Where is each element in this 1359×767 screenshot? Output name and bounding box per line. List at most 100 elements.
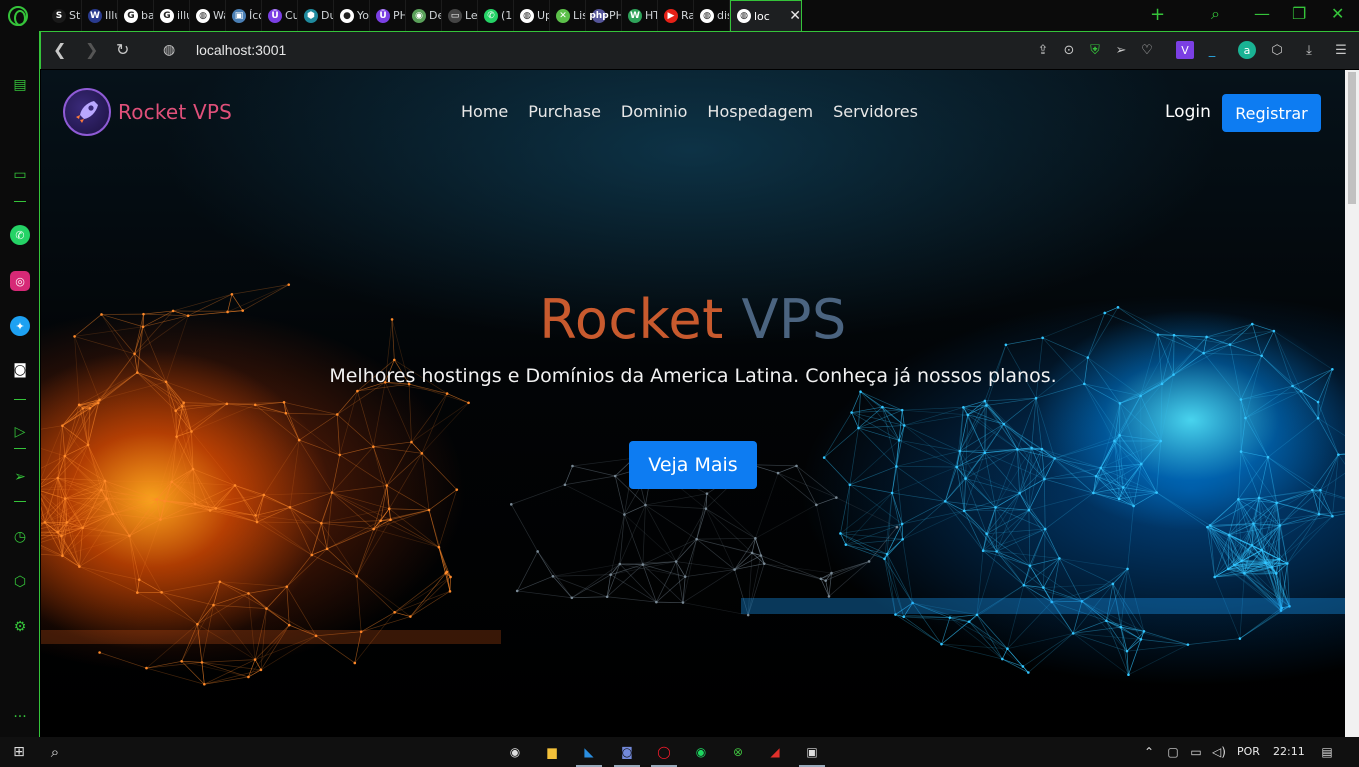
browser-tab[interactable]: ÜPHI xyxy=(370,0,406,31)
nav-dominio[interactable]: Dominio xyxy=(621,102,688,121)
browser-tab[interactable]: ▭Leg xyxy=(442,0,478,31)
network-line xyxy=(1120,626,1188,645)
heart-icon[interactable]: ♡ xyxy=(1138,41,1156,59)
history-icon[interactable]: ◷ xyxy=(10,527,30,547)
search-icon[interactable]: ⌕ xyxy=(46,743,64,761)
brand[interactable]: Rocket VPS xyxy=(63,88,232,136)
steam-icon[interactable]: ◉ xyxy=(506,743,524,761)
network-line xyxy=(390,519,440,548)
discord-icon[interactable]: ◙ xyxy=(10,360,30,380)
more-icon[interactable]: ··· xyxy=(10,707,30,727)
extension-a-icon[interactable]: a xyxy=(1238,41,1256,59)
register-button[interactable]: Registrar xyxy=(1222,94,1321,132)
xbox-icon[interactable]: ⊗ xyxy=(729,743,747,761)
reload-button[interactable]: ↻ xyxy=(116,40,129,59)
browser-tab[interactable]: WHTN xyxy=(622,0,658,31)
easy-setup-icon[interactable]: ☰ xyxy=(1332,41,1350,59)
network-line xyxy=(1140,463,1157,493)
back-button[interactable]: ❮ xyxy=(53,40,66,59)
network-line xyxy=(171,468,194,483)
meet-now-icon[interactable]: ▢ xyxy=(1164,743,1182,761)
network-node xyxy=(288,506,292,509)
login-link[interactable]: Login xyxy=(1165,102,1211,122)
browser-tab[interactable]: Gbac xyxy=(118,0,154,31)
network-line xyxy=(356,520,381,577)
windows-start-icon[interactable]: ⊞ xyxy=(10,743,28,761)
forward-button[interactable]: ❯ xyxy=(85,40,98,59)
settings-gear-icon[interactable]: ⚙ xyxy=(10,617,30,637)
whatsapp-icon[interactable]: ✆ xyxy=(10,225,30,245)
tab-favicon-icon: ◍ xyxy=(700,8,714,23)
network-node xyxy=(623,513,626,516)
notifications-icon[interactable]: ▤ xyxy=(1318,743,1336,761)
extension-dash-icon[interactable]: _ xyxy=(1203,41,1221,59)
share-icon[interactable]: ⇪ xyxy=(1034,41,1052,59)
cube-sidebar-icon[interactable]: ⬡ xyxy=(10,572,30,592)
twitter-icon[interactable]: ✦ xyxy=(10,316,30,336)
browser-tab[interactable]: ÜCur xyxy=(262,0,298,31)
browser-tab[interactable]: ▶Rap xyxy=(658,0,694,31)
active-tab[interactable]: ◍ loc ✕ xyxy=(730,0,802,31)
site-info-icon[interactable]: ◍ xyxy=(163,42,175,58)
player-icon[interactable]: ▷ xyxy=(10,422,30,442)
file-explorer-icon[interactable]: ▆ xyxy=(543,743,561,761)
browser-tab[interactable]: ▣Ícor xyxy=(226,0,262,31)
volume-icon[interactable]: ◁) xyxy=(1210,743,1228,761)
network-line xyxy=(1140,395,1162,442)
cube-icon[interactable]: ⬡ xyxy=(1268,41,1286,59)
adblock-shield-icon[interactable]: ⛨ xyxy=(1086,41,1104,59)
language-indicator[interactable]: POR xyxy=(1237,745,1260,758)
spotify-icon[interactable]: ◉ xyxy=(692,743,710,761)
network-line xyxy=(1140,639,1188,645)
veja-mais-button[interactable]: Veja Mais xyxy=(629,441,757,489)
shopping-bag-icon[interactable]: ▤ xyxy=(10,75,30,95)
camera-icon[interactable]: ⊙ xyxy=(1060,41,1078,59)
new-tab-button[interactable]: + xyxy=(1150,4,1165,25)
search-tabs-icon[interactable]: ⌕ xyxy=(1211,4,1220,24)
browser-tab[interactable]: ✕List xyxy=(550,0,586,31)
network-line xyxy=(823,457,851,485)
browser-tab[interactable]: ◍Wa xyxy=(190,0,226,31)
network-icon[interactable]: ▭ xyxy=(1187,743,1205,761)
amd-icon[interactable]: ◢ xyxy=(766,743,784,761)
minimize-button[interactable]: — xyxy=(1254,4,1270,23)
terminal-icon[interactable]: ▣ xyxy=(799,743,825,767)
send-sidebar-icon[interactable]: ➢ xyxy=(10,467,30,487)
instagram-icon[interactable]: ◎ xyxy=(10,271,30,291)
url-field[interactable]: localhost:3001 xyxy=(196,42,286,58)
opera-logo-icon[interactable] xyxy=(8,6,28,26)
tray-expand-icon[interactable]: ⌃ xyxy=(1140,743,1158,761)
browser-tab[interactable]: ◍disc xyxy=(694,0,730,31)
send-icon[interactable]: ➢ xyxy=(1112,41,1130,59)
extension-v-icon[interactable]: V xyxy=(1176,41,1194,59)
scrollbar-thumb[interactable] xyxy=(1348,72,1356,204)
vscode-icon[interactable]: ◣ xyxy=(576,743,602,767)
browser-tab[interactable]: ●You xyxy=(334,0,370,31)
network-line xyxy=(572,457,634,467)
browser-tab[interactable]: Gillus xyxy=(154,0,190,31)
clock[interactable]: 22:11 xyxy=(1273,745,1305,758)
download-icon[interactable]: ⤓ xyxy=(1300,41,1318,59)
close-window-button[interactable]: ✕ xyxy=(1331,4,1344,23)
close-tab-icon[interactable]: ✕ xyxy=(789,8,801,24)
page-scrollbar[interactable] xyxy=(1345,70,1359,737)
browser-tab[interactable]: WIllus xyxy=(82,0,118,31)
browser-tab[interactable]: ◉Det xyxy=(406,0,442,31)
opera-taskbar-icon[interactable]: ◯ xyxy=(651,743,677,767)
nav-home[interactable]: Home xyxy=(461,102,508,121)
network-line xyxy=(1127,505,1134,569)
network-line xyxy=(1238,451,1242,500)
nav-servidores[interactable]: Servidores xyxy=(833,102,918,121)
network-line xyxy=(849,484,903,525)
discord-taskbar-icon[interactable]: ◙ xyxy=(614,743,640,767)
nav-hospedagem[interactable]: Hospedagem xyxy=(707,102,813,121)
twitch-icon[interactable]: ▭ xyxy=(10,165,30,185)
browser-tab[interactable]: ✆(1) \ xyxy=(478,0,514,31)
browser-tab[interactable]: ◍Upl xyxy=(514,0,550,31)
network-node xyxy=(175,435,178,438)
browser-tab[interactable]: SSto xyxy=(46,0,82,31)
browser-tab[interactable]: ⬢Dul xyxy=(298,0,334,31)
restore-button[interactable]: ❐ xyxy=(1292,4,1306,23)
browser-tab[interactable]: phpPHI xyxy=(586,0,622,31)
nav-purchase[interactable]: Purchase xyxy=(528,102,601,121)
